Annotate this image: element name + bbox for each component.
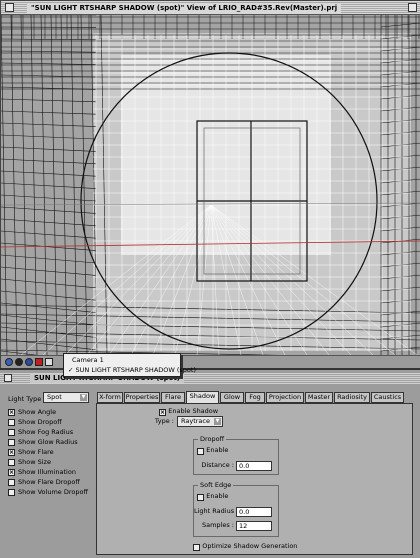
checkbox-icon[interactable]: × xyxy=(8,409,15,416)
tab-properties[interactable]: Properties xyxy=(124,392,160,403)
checkbox-icon[interactable] xyxy=(197,447,204,455)
shadow-tab-pane: × Enable Shadow Type : Raytrace ▼ Dropof… xyxy=(96,403,413,555)
mesh-line xyxy=(1,230,97,239)
viewport-window: "SUN LIGHT RTSHARP SHADOW (spot)" View o… xyxy=(0,0,420,377)
close-box-icon[interactable] xyxy=(5,3,14,12)
mesh-line xyxy=(380,22,420,28)
checkbox-icon[interactable]: × xyxy=(8,469,15,476)
dropoff-enable-label: Enable xyxy=(206,446,229,454)
tab-fog[interactable]: Fog xyxy=(245,392,265,403)
checkbox-icon[interactable] xyxy=(8,459,15,466)
mesh-line xyxy=(1,74,97,78)
light-panel: SUN LIGHT RTSHARP SHADOW (spot) Light Ty… xyxy=(0,368,420,558)
close-icon[interactable] xyxy=(35,358,43,366)
shadow-type-value: Raytrace xyxy=(181,417,210,425)
checkbox-icon[interactable] xyxy=(193,543,200,551)
mesh-line xyxy=(1,98,97,103)
tab-glow[interactable]: Glow xyxy=(220,392,244,403)
mesh-line xyxy=(1,158,97,165)
checkbox-icon[interactable]: × xyxy=(8,449,15,456)
checkbox-icon[interactable] xyxy=(8,429,15,436)
viewport-title: "SUN LIGHT RTSHARP SHADOW (spot)" View o… xyxy=(27,3,342,13)
camera-popup-menu[interactable]: Camera 1 ✓ SUN LIGHT RTSHARP SHADOW (spo… xyxy=(63,353,196,377)
option-label: Show Illumination xyxy=(18,468,76,476)
checkbox-icon[interactable] xyxy=(197,493,204,501)
light-type-select[interactable]: Spot ▼ xyxy=(43,392,89,403)
mesh-line xyxy=(70,15,78,355)
mesh-line xyxy=(1,278,97,289)
option-label: Show Dropoff xyxy=(18,418,62,426)
checkbox-icon[interactable] xyxy=(8,419,15,426)
mesh-line xyxy=(1,338,97,351)
wireframe-render xyxy=(1,15,420,355)
enable-shadow-option[interactable]: × Enable Shadow xyxy=(159,407,218,416)
tab-master[interactable]: Master xyxy=(305,392,333,403)
tab-x-form[interactable]: X-form xyxy=(97,392,123,403)
distance-field[interactable]: 0.0 xyxy=(236,461,272,471)
mesh-line xyxy=(1,122,97,127)
mesh-line xyxy=(1,15,8,355)
tab-flare[interactable]: Flare xyxy=(161,392,185,403)
option-label: Show Volume Dropoff xyxy=(18,488,88,496)
mesh-line xyxy=(60,15,68,355)
mesh-line xyxy=(1,146,97,152)
mesh-line xyxy=(1,194,97,202)
mesh-line xyxy=(1,38,97,41)
soft-edge-title: Soft Edge xyxy=(198,481,234,490)
light-type-label: Light Type : xyxy=(8,395,46,403)
menu-item-sun-light[interactable]: ✓ SUN LIGHT RTSHARP SHADOW (spot) xyxy=(68,366,196,374)
enable-shadow-label: Enable Shadow xyxy=(168,407,219,415)
soft-edge-enable-label: Enable xyxy=(206,492,229,500)
optimize-shadow-option[interactable]: Optimize Shadow Generation xyxy=(193,542,297,551)
option-label: Show Flare xyxy=(18,448,54,456)
mesh-line xyxy=(50,15,58,355)
option-label: Show Flare Dropoff xyxy=(18,478,80,486)
samples-label: Samples : xyxy=(201,521,234,529)
distance-label: Distance : xyxy=(201,461,234,469)
dropoff-enable-option[interactable]: Enable xyxy=(197,446,228,455)
chevron-down-icon: ▼ xyxy=(80,394,87,401)
samples-field[interactable]: 12 xyxy=(236,521,272,531)
camera-icon[interactable] xyxy=(5,358,13,366)
checkbox-icon[interactable] xyxy=(8,479,15,486)
zoom-box-icon[interactable] xyxy=(408,3,417,12)
mesh-line xyxy=(1,170,97,177)
light-type-value: Spot xyxy=(47,393,62,401)
light-radius-field[interactable]: 0.0 xyxy=(236,507,272,517)
pen-icon[interactable] xyxy=(45,358,53,366)
lock-icon[interactable] xyxy=(25,358,33,366)
dropoff-title: Dropoff xyxy=(198,435,227,444)
optimize-shadow-label: Optimize Shadow Generation xyxy=(202,542,298,550)
option-label: Show Glow Radius xyxy=(18,438,78,446)
shadow-type-select[interactable]: Raytrace ▼ xyxy=(177,416,223,427)
dropoff-group: Dropoff Enable Distance : 0.0 xyxy=(193,435,279,475)
tab-radiosity[interactable]: Radiosity xyxy=(334,392,370,403)
light-radius-label: Light Radius : xyxy=(194,507,239,515)
option-label: Show Angle xyxy=(18,408,57,416)
mesh-line xyxy=(1,290,97,301)
option-label: Show Fog Radius xyxy=(18,428,74,436)
soft-edge-group: Soft Edge Enable Light Radius : 0.0 Samp… xyxy=(193,481,279,537)
type-label: Type : xyxy=(154,417,174,425)
mesh-line xyxy=(1,302,97,313)
close-box-icon[interactable] xyxy=(4,374,12,382)
tab-caustics[interactable]: Caustics xyxy=(371,392,404,403)
mesh-line xyxy=(1,134,97,140)
show-options-list: × Show Angle Show Dropoff Show Fog Radiu… xyxy=(8,408,88,548)
checkbox-icon[interactable] xyxy=(8,439,15,446)
mesh-line xyxy=(40,15,48,355)
sphere-icon[interactable] xyxy=(15,358,23,366)
checkbox-icon[interactable] xyxy=(8,489,15,496)
option-label: Show Size xyxy=(18,458,51,466)
checkbox-icon[interactable]: × xyxy=(159,408,166,416)
mesh-line xyxy=(20,15,28,355)
tab-projection[interactable]: Projection xyxy=(266,392,304,403)
viewport-titlebar[interactable]: "SUN LIGHT RTSHARP SHADOW (spot)" View o… xyxy=(1,1,420,15)
soft-edge-enable-option[interactable]: Enable xyxy=(197,492,228,501)
menu-item-camera-1[interactable]: Camera 1 xyxy=(72,356,104,364)
viewport-canvas[interactable] xyxy=(1,15,420,355)
mesh-line xyxy=(1,110,97,115)
chevron-down-icon: ▼ xyxy=(214,418,221,425)
